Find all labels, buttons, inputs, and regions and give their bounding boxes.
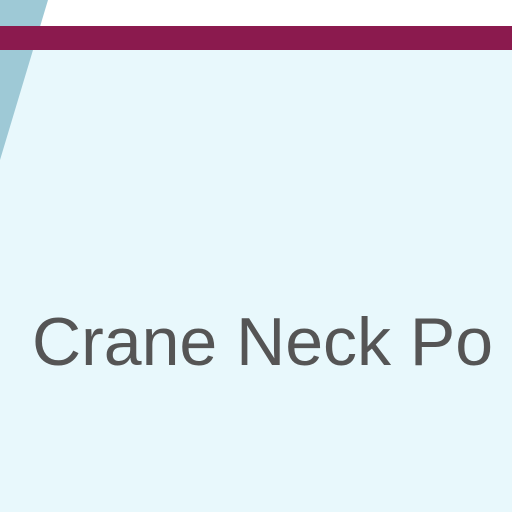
water-wedge-shape (0, 0, 48, 160)
place-label: Crane Neck Po (32, 304, 494, 380)
route-line (0, 26, 512, 50)
map-viewport[interactable]: Crane Neck Po (0, 0, 512, 512)
water-area (0, 0, 48, 160)
